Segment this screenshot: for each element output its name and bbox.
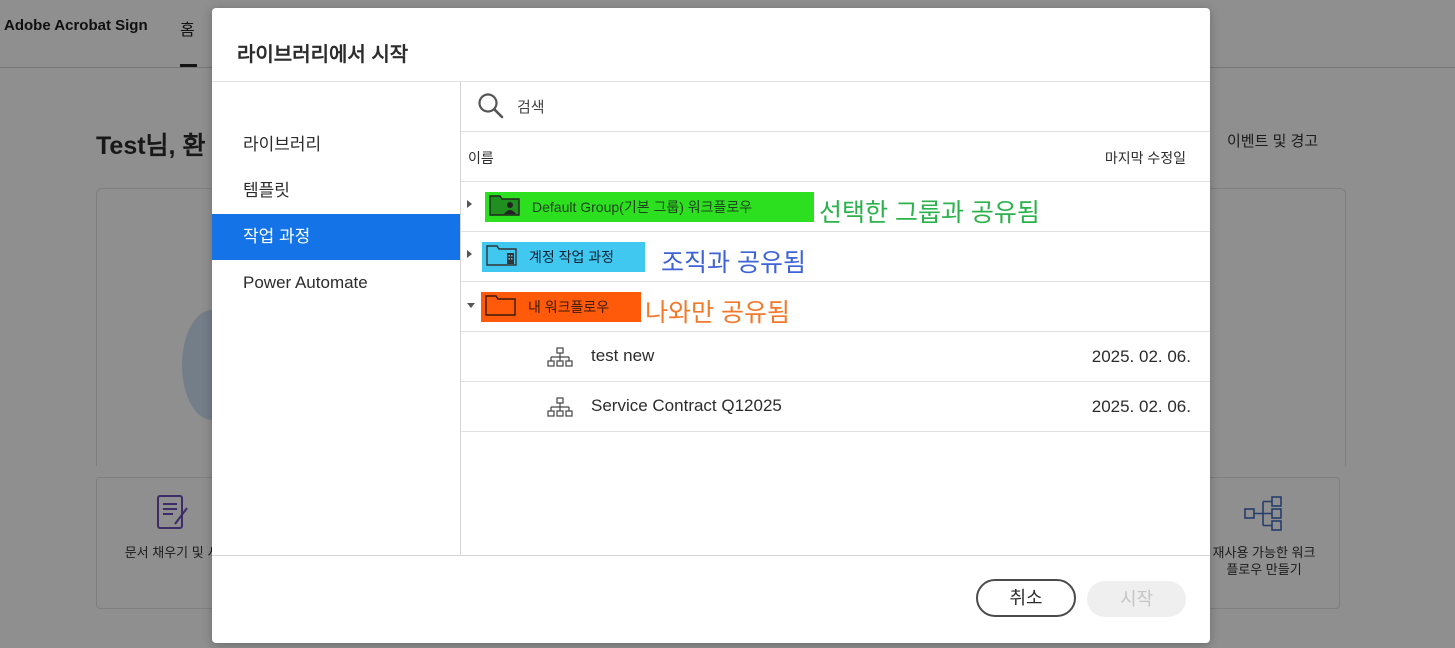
sidebar-item-library[interactable]: 라이브러리	[212, 122, 460, 168]
sharing-annotation: 조직과 공유됨	[661, 249, 806, 277]
sidebar-item-label: 템플릿	[243, 181, 290, 200]
workflow-row[interactable]: Service Contract Q12025 2025. 02. 06.	[461, 382, 1210, 432]
group-row-account[interactable]: 계정 작업 과정 조직과 공유됨	[461, 232, 1210, 282]
account-folder-icon	[485, 243, 519, 272]
footer-divider	[212, 555, 1210, 556]
dialog-title: 라이브러리에서 시작	[237, 44, 409, 66]
group-highlight: 계정 작업 과정	[482, 242, 645, 272]
column-header-name[interactable]: 이름	[468, 148, 494, 168]
sharing-annotation: 선택한 그룹과 공유됨	[819, 199, 1040, 227]
sidebar-item-workflows[interactable]: 작업 과정	[212, 214, 460, 260]
sharing-annotation: 나와만 공유됨	[645, 299, 790, 327]
workflow-icon	[547, 397, 573, 424]
sidebar-item-label: Power Automate	[243, 273, 368, 292]
workflow-icon	[547, 347, 573, 374]
folder-icon	[484, 293, 518, 322]
expand-caret-icon[interactable]	[467, 250, 472, 258]
column-header-last-modified[interactable]: 마지막 수정일	[1105, 148, 1186, 168]
group-highlight: Default Group(기본 그룹) 워크플로우	[485, 192, 814, 222]
expand-caret-icon[interactable]	[467, 200, 472, 208]
search-input[interactable]	[517, 94, 1117, 120]
search-bar	[461, 82, 1210, 132]
group-highlight: 내 워크플로우	[481, 292, 641, 322]
table-header: 이름 마지막 수정일	[461, 132, 1210, 182]
group-label: 내 워크플로우	[528, 299, 610, 315]
group-label: Default Group(기본 그룹) 워크플로우	[532, 199, 753, 215]
workflow-row[interactable]: test new 2025. 02. 06.	[461, 332, 1210, 382]
group-label: 계정 작업 과정	[529, 249, 615, 265]
group-folder-icon	[488, 193, 522, 222]
sidebar-item-label: 작업 과정	[243, 227, 311, 246]
start-button[interactable]: 시작	[1087, 581, 1186, 617]
start-from-library-dialog: 라이브러리에서 시작 라이브러리 템플릿 작업 과정 Power Automat…	[212, 8, 1210, 643]
group-row-default[interactable]: Default Group(기본 그룹) 워크플로우 선택한 그룹과 공유됨	[461, 182, 1210, 232]
cancel-button[interactable]: 취소	[976, 579, 1076, 617]
sidebar-item-power-automate[interactable]: Power Automate	[212, 260, 460, 306]
sidebar-item-templates[interactable]: 템플릿	[212, 168, 460, 214]
workflow-name: Service Contract Q12025	[591, 396, 782, 415]
collapse-caret-icon[interactable]	[467, 303, 475, 308]
sidebar-item-label: 라이브러리	[243, 135, 322, 154]
workflow-date: 2025. 02. 06.	[1091, 347, 1191, 366]
workflow-date: 2025. 02. 06.	[1091, 397, 1191, 416]
search-icon	[477, 92, 505, 125]
group-row-mine[interactable]: 내 워크플로우 나와만 공유됨	[461, 282, 1210, 332]
workflow-name: test new	[591, 346, 655, 365]
